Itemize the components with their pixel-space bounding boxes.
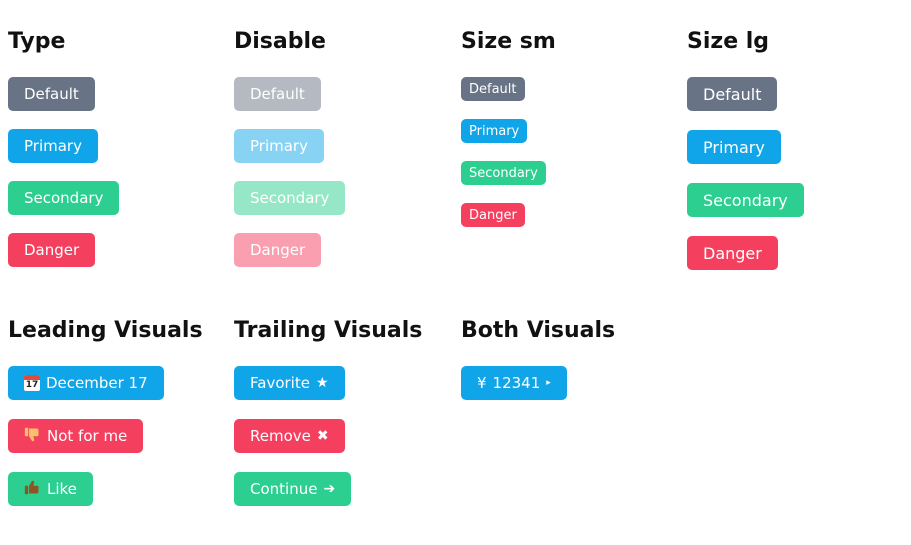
button-label: Continue — [250, 480, 318, 498]
disabled-default-button: Default — [234, 77, 321, 111]
yen-icon: ¥ — [477, 374, 487, 392]
heading-size-sm: Size sm — [461, 29, 556, 54]
section-size-sm: Size sm Default Primary Secondary Danger — [461, 29, 681, 227]
button-label: December 17 — [46, 374, 148, 392]
continue-button[interactable]: Continue ➔ — [234, 472, 352, 506]
button-stack-trailing: Favorite ★ Remove ✖ Continue ➔ — [234, 344, 454, 506]
section-leading-visuals: Leading Visuals 17 December 17 Not for m… — [8, 318, 228, 506]
heading-size-lg: Size lg — [687, 29, 770, 54]
december-17-button[interactable]: 17 December 17 — [8, 366, 164, 400]
button-label: Not for me — [47, 427, 128, 445]
large-danger-button[interactable]: Danger — [687, 236, 778, 270]
disabled-primary-button: Primary — [234, 129, 324, 163]
small-primary-button[interactable]: Primary — [461, 119, 528, 143]
thumbs-up-icon — [24, 479, 41, 500]
small-secondary-button[interactable]: Secondary — [461, 161, 546, 185]
default-button[interactable]: Default — [8, 77, 95, 111]
section-size-lg: Size lg Default Primary Secondary Danger — [687, 29, 907, 270]
button-stack-size-sm: Default Primary Secondary Danger — [461, 55, 681, 227]
button-label: Remove — [250, 427, 311, 445]
heading-type: Type — [8, 29, 66, 54]
button-stack-leading: 17 December 17 Not for me Like — [8, 344, 228, 506]
large-default-button[interactable]: Default — [687, 77, 778, 111]
section-trailing-visuals: Trailing Visuals Favorite ★ Remove ✖ Con… — [234, 318, 454, 506]
secondary-button[interactable]: Secondary — [8, 181, 120, 215]
favorite-button[interactable]: Favorite ★ — [234, 366, 345, 400]
button-stack-disable: Default Primary Secondary Danger — [234, 55, 454, 267]
small-default-button[interactable]: Default — [461, 77, 525, 101]
arrow-right-icon: ➔ — [323, 481, 336, 497]
button-showcase: Type Default Primary Secondary Danger Di… — [0, 0, 911, 545]
heading-trailing-visuals: Trailing Visuals — [234, 318, 423, 343]
small-danger-button[interactable]: Danger — [461, 203, 525, 227]
section-both-visuals: Both Visuals ¥ 12341 ▸ — [461, 318, 681, 400]
large-secondary-button[interactable]: Secondary — [687, 183, 804, 217]
star-icon: ★ — [315, 375, 329, 391]
heading-disable: Disable — [234, 29, 326, 54]
danger-button[interactable]: Danger — [8, 233, 96, 267]
remove-button[interactable]: Remove ✖ — [234, 419, 345, 453]
calendar-icon: 17 — [24, 375, 40, 391]
button-stack-type: Default Primary Secondary Danger — [8, 55, 228, 267]
heading-both-visuals: Both Visuals — [461, 318, 616, 343]
button-label: Favorite — [250, 374, 310, 392]
like-button[interactable]: Like — [8, 472, 93, 506]
not-for-me-button[interactable]: Not for me — [8, 419, 144, 453]
primary-button[interactable]: Primary — [8, 129, 98, 163]
thumbs-down-icon — [24, 426, 41, 447]
section-disable: Disable Default Primary Secondary Danger — [234, 29, 454, 267]
button-label: Like — [47, 480, 77, 498]
section-type: Type Default Primary Secondary Danger — [8, 29, 228, 267]
disabled-danger-button: Danger — [234, 233, 322, 267]
disabled-secondary-button: Secondary — [234, 181, 346, 215]
x-icon: ✖ — [316, 428, 329, 444]
caret-right-icon: ▸ — [546, 377, 551, 388]
large-primary-button[interactable]: Primary — [687, 130, 781, 164]
heading-leading-visuals: Leading Visuals — [8, 318, 203, 343]
button-stack-size-lg: Default Primary Secondary Danger — [687, 55, 907, 270]
yen-amount-button[interactable]: ¥ 12341 ▸ — [461, 366, 567, 400]
button-stack-both: ¥ 12341 ▸ — [461, 344, 681, 400]
button-label: 12341 — [492, 374, 541, 392]
